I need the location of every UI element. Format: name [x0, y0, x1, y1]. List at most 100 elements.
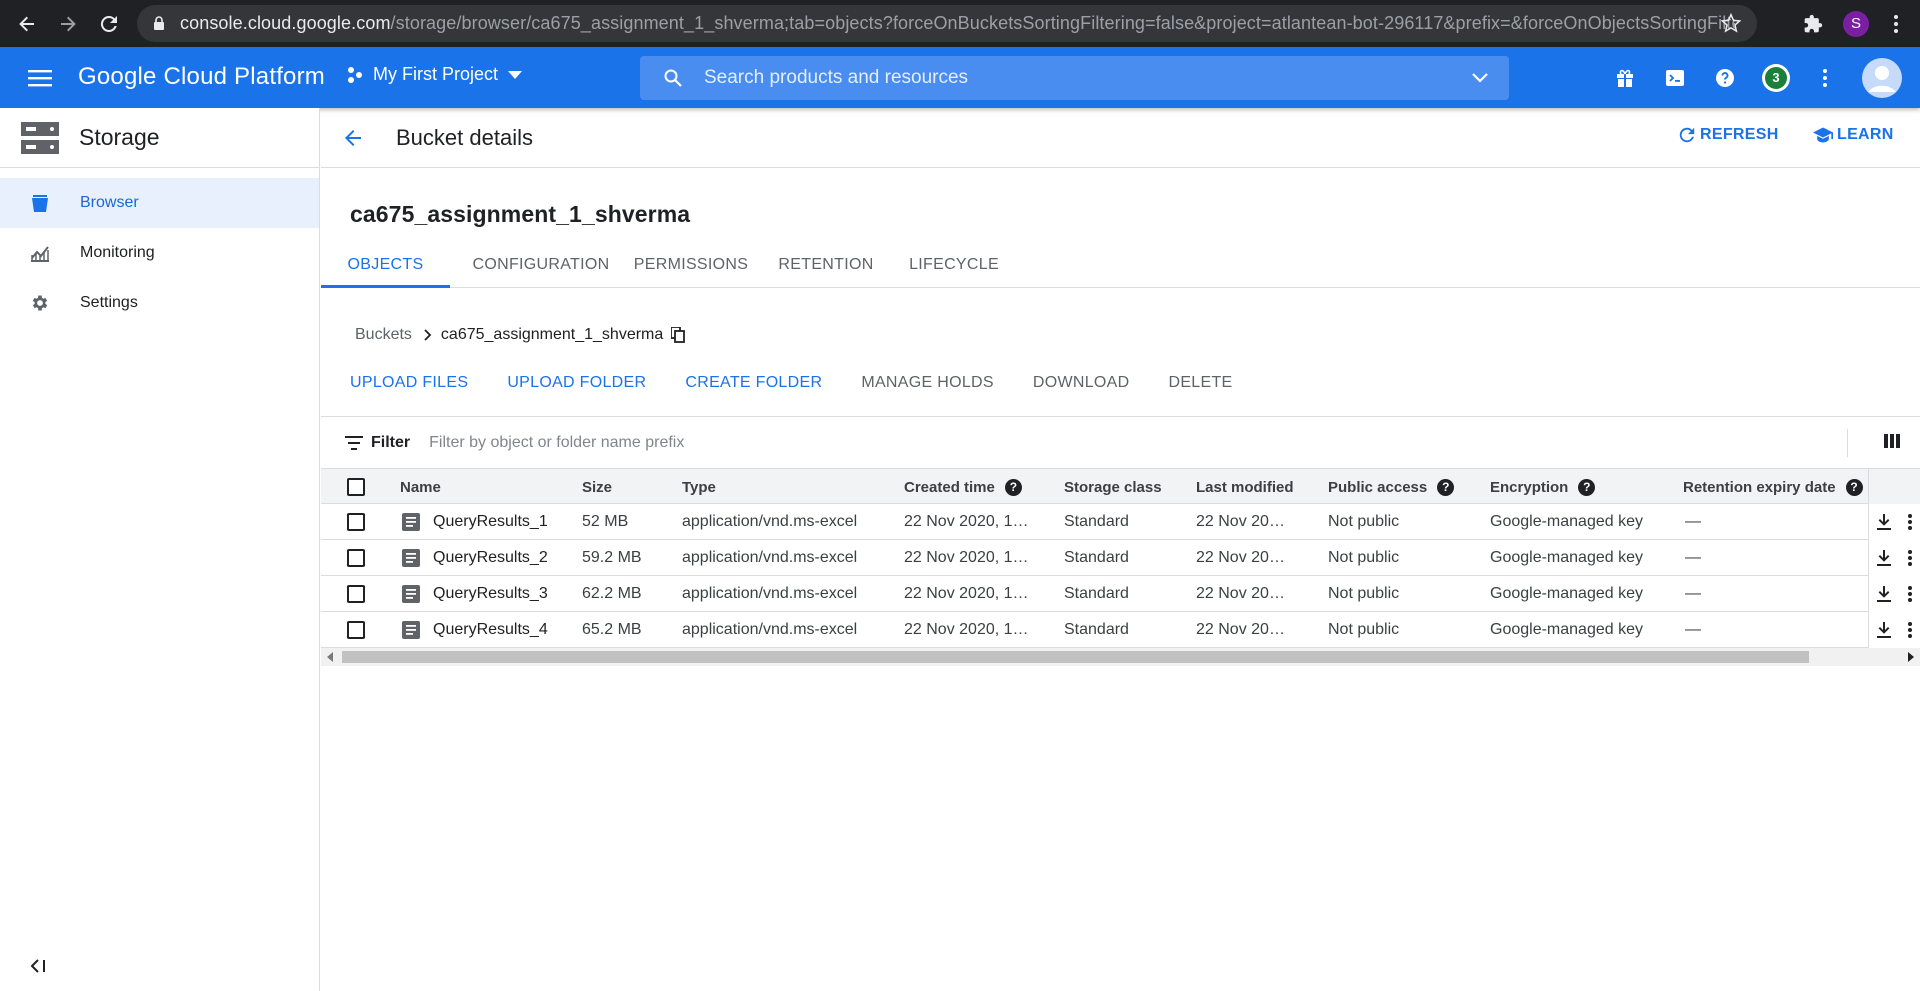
- cell-type: application/vnd.ms-excel: [682, 513, 858, 530]
- filter-label: Filter: [371, 433, 411, 451]
- extensions-puzzle-icon[interactable]: [1801, 12, 1825, 36]
- tab-retention[interactable]: RETENTION: [771, 238, 881, 288]
- column-header-public-access[interactable]: Public access?: [1328, 469, 1455, 505]
- cell-storage-class: Standard: [1064, 621, 1129, 638]
- upload-files-button[interactable]: UPLOAD FILES: [350, 374, 468, 392]
- cloud-shell-icon[interactable]: [1662, 65, 1688, 91]
- help-icon[interactable]: [1712, 65, 1738, 91]
- learn-button[interactable]: LEARN: [1813, 126, 1894, 144]
- column-header-created[interactable]: Created time?: [904, 469, 1022, 505]
- browser-profile-avatar[interactable]: S: [1843, 10, 1869, 37]
- file-icon: [402, 576, 420, 612]
- cell-type: application/vnd.ms-excel: [682, 549, 858, 566]
- column-header-size[interactable]: Size: [582, 469, 612, 505]
- forward-arrow-icon[interactable]: [54, 10, 82, 38]
- table-row[interactable]: QueryResults_4 65.2 MB application/vnd.m…: [321, 612, 1920, 648]
- tab-permissions[interactable]: PERMISSIONS: [631, 238, 751, 288]
- object-name-link[interactable]: QueryResults_3: [433, 576, 548, 612]
- help-icon[interactable]: ?: [1437, 478, 1455, 496]
- download-button[interactable]: DOWNLOAD: [1033, 374, 1130, 392]
- sidebar-item-browser[interactable]: Browser: [0, 178, 319, 228]
- help-icon[interactable]: ?: [1578, 478, 1596, 496]
- bookmark-star-icon[interactable]: [1721, 13, 1741, 33]
- column-header-label: Retention expiry date: [1683, 478, 1836, 496]
- notifications-badge[interactable]: 3: [1762, 63, 1790, 92]
- more-vert-icon[interactable]: [1907, 622, 1912, 638]
- account-avatar[interactable]: [1862, 57, 1902, 98]
- upload-folder-button[interactable]: UPLOAD FOLDER: [507, 374, 646, 392]
- hamburger-menu-icon[interactable]: [27, 65, 53, 91]
- page-title: Bucket details: [396, 124, 533, 150]
- cell-size: 52 MB: [582, 513, 629, 530]
- cell-encryption: Google-managed key: [1490, 585, 1643, 602]
- app-title[interactable]: Google Cloud Platform: [78, 63, 325, 91]
- column-display-icon[interactable]: [1884, 433, 1900, 449]
- column-header-encryption[interactable]: Encryption?: [1490, 469, 1596, 505]
- table-row[interactable]: QueryResults_1 52 MB application/vnd.ms-…: [321, 504, 1920, 540]
- reload-icon[interactable]: [95, 10, 123, 38]
- refresh-icon: [1678, 126, 1696, 144]
- manage-holds-button[interactable]: MANAGE HOLDS: [861, 374, 994, 392]
- object-name-link[interactable]: QueryResults_1: [433, 504, 548, 540]
- table-row[interactable]: QueryResults_2 59.2 MB application/vnd.m…: [321, 540, 1920, 576]
- refresh-button[interactable]: REFRESH: [1678, 126, 1779, 144]
- breadcrumb-buckets-link[interactable]: Buckets: [355, 326, 412, 344]
- back-arrow-icon[interactable]: [343, 128, 363, 148]
- help-icon[interactable]: ?: [1845, 478, 1863, 496]
- search-icon: [664, 69, 682, 87]
- scroll-right-arrow-icon[interactable]: [1908, 652, 1914, 662]
- breadcrumb: Buckets ca675_assignment_1_shverma: [355, 326, 686, 344]
- download-icon[interactable]: [1877, 550, 1892, 566]
- sidebar-item-monitoring[interactable]: Monitoring: [0, 228, 319, 278]
- browser-menu-icon[interactable]: [1886, 12, 1906, 36]
- horizontal-scrollbar[interactable]: [321, 648, 1920, 666]
- scrollbar-thumb[interactable]: [342, 651, 1809, 663]
- cell-public-access: Not public: [1328, 585, 1400, 602]
- tab-lifecycle[interactable]: LIFECYCLE: [899, 238, 1009, 288]
- more-vert-icon[interactable]: [1907, 550, 1912, 566]
- object-name-link[interactable]: QueryResults_2: [433, 540, 548, 576]
- address-bar[interactable]: console.cloud.google.com/storage/browser…: [137, 5, 1757, 42]
- collapse-sidebar-icon[interactable]: [30, 959, 46, 973]
- chevron-down-icon[interactable]: [1471, 68, 1489, 86]
- download-icon[interactable]: [1877, 586, 1892, 602]
- row-checkbox[interactable]: [347, 576, 365, 612]
- select-all-checkbox[interactable]: [347, 469, 365, 505]
- notification-count: 3: [1765, 66, 1787, 89]
- column-header-label: Created time: [904, 478, 995, 496]
- back-arrow-icon[interactable]: [13, 10, 41, 38]
- filter-input[interactable]: Filter by object or folder name prefix: [429, 434, 684, 452]
- search-bar[interactable]: Search products and resources: [640, 56, 1509, 100]
- column-header-type[interactable]: Type: [682, 469, 716, 505]
- cell-storage-class: Standard: [1064, 585, 1129, 602]
- cell-public-access: Not public: [1328, 549, 1400, 566]
- cell-size: 62.2 MB: [582, 585, 642, 602]
- column-header-last-modified[interactable]: Last modified: [1196, 469, 1294, 505]
- help-icon[interactable]: ?: [1004, 478, 1022, 496]
- bucket-name-heading: ca675_assignment_1_shverma: [350, 201, 691, 227]
- row-checkbox[interactable]: [347, 540, 365, 576]
- url-text: console.cloud.google.com/storage/browser…: [180, 13, 1735, 33]
- gift-icon[interactable]: [1612, 65, 1638, 91]
- row-checkbox[interactable]: [347, 612, 365, 648]
- sidebar-item-settings[interactable]: Settings: [0, 278, 319, 328]
- row-checkbox[interactable]: [347, 504, 365, 540]
- more-vert-icon[interactable]: [1907, 586, 1912, 602]
- delete-button[interactable]: DELETE: [1168, 374, 1232, 392]
- table-row[interactable]: QueryResults_3 62.2 MB application/vnd.m…: [321, 576, 1920, 612]
- download-icon[interactable]: [1877, 514, 1892, 530]
- tab-configuration[interactable]: CONFIGURATION: [470, 238, 612, 288]
- tab-objects[interactable]: OBJECTS: [321, 238, 450, 288]
- column-header-storage-class[interactable]: Storage class: [1064, 469, 1162, 505]
- column-header-retention[interactable]: Retention expiry date?: [1683, 469, 1863, 505]
- copy-icon[interactable]: [671, 327, 686, 343]
- scroll-left-arrow-icon[interactable]: [327, 652, 333, 662]
- download-icon[interactable]: [1877, 622, 1892, 638]
- object-name-link[interactable]: QueryResults_4: [433, 612, 548, 648]
- more-vert-icon[interactable]: [1907, 514, 1912, 530]
- more-options-icon[interactable]: [1812, 65, 1838, 91]
- column-header-name[interactable]: Name: [400, 469, 441, 505]
- project-selector[interactable]: My First Project: [346, 64, 523, 85]
- cell-retention: —: [1685, 621, 1701, 638]
- create-folder-button[interactable]: CREATE FOLDER: [685, 374, 822, 392]
